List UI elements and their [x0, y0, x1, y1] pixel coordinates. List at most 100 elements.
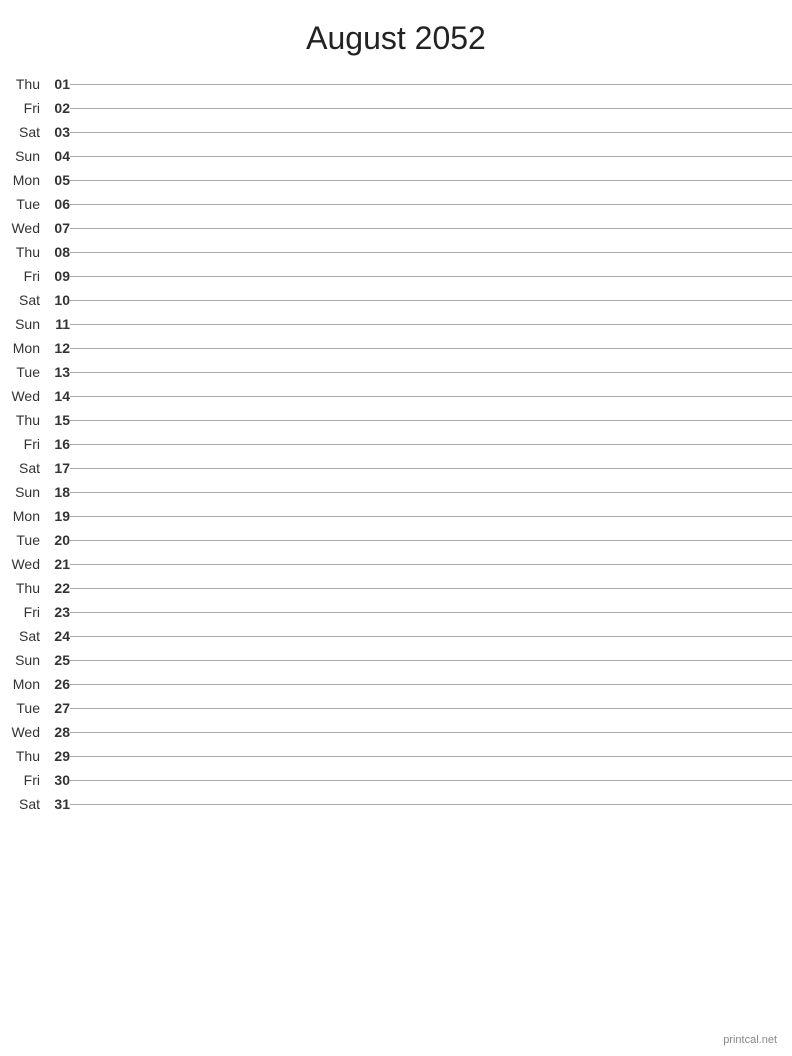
day-name: Mon — [0, 336, 40, 360]
day-name: Mon — [0, 504, 40, 528]
calendar-row: Tue27 — [0, 696, 792, 720]
day-line-cell — [70, 744, 792, 768]
calendar-table: Thu01Fri02Sat03Sun04Mon05Tue06Wed07Thu08… — [0, 72, 792, 816]
calendar-row: Sat24 — [0, 624, 792, 648]
day-line-cell — [70, 456, 792, 480]
day-line-cell — [70, 360, 792, 384]
day-name: Sun — [0, 144, 40, 168]
day-name: Thu — [0, 744, 40, 768]
day-number: 20 — [40, 528, 70, 552]
day-name: Wed — [0, 720, 40, 744]
day-number: 28 — [40, 720, 70, 744]
calendar-row: Mon19 — [0, 504, 792, 528]
day-line-cell — [70, 192, 792, 216]
day-line-cell — [70, 240, 792, 264]
day-number: 10 — [40, 288, 70, 312]
day-name: Fri — [0, 264, 40, 288]
day-name: Sun — [0, 480, 40, 504]
day-line-cell — [70, 408, 792, 432]
calendar-row: Sat17 — [0, 456, 792, 480]
day-line-cell — [70, 168, 792, 192]
calendar-row: Sat03 — [0, 120, 792, 144]
calendar-row: Thu15 — [0, 408, 792, 432]
calendar-row: Mon26 — [0, 672, 792, 696]
calendar-row: Mon05 — [0, 168, 792, 192]
day-line-cell — [70, 576, 792, 600]
day-line-cell — [70, 336, 792, 360]
day-name: Tue — [0, 360, 40, 384]
day-line-cell — [70, 552, 792, 576]
day-name: Mon — [0, 672, 40, 696]
day-number: 01 — [40, 72, 70, 96]
day-line-cell — [70, 96, 792, 120]
calendar-row: Wed14 — [0, 384, 792, 408]
day-line-cell — [70, 480, 792, 504]
day-number: 26 — [40, 672, 70, 696]
day-name: Tue — [0, 696, 40, 720]
day-name: Sat — [0, 792, 40, 816]
page-title: August 2052 — [0, 0, 792, 67]
day-name: Fri — [0, 600, 40, 624]
day-name: Fri — [0, 96, 40, 120]
footer-text: printcal.net — [723, 1034, 777, 1046]
day-number: 03 — [40, 120, 70, 144]
day-line-cell — [70, 528, 792, 552]
day-name: Wed — [0, 216, 40, 240]
day-number: 09 — [40, 264, 70, 288]
day-name: Thu — [0, 72, 40, 96]
day-name: Thu — [0, 576, 40, 600]
day-number: 31 — [40, 792, 70, 816]
calendar-row: Fri23 — [0, 600, 792, 624]
day-line-cell — [70, 384, 792, 408]
day-number: 21 — [40, 552, 70, 576]
day-name: Fri — [0, 768, 40, 792]
calendar-row: Fri02 — [0, 96, 792, 120]
day-name: Wed — [0, 552, 40, 576]
day-line-cell — [70, 600, 792, 624]
calendar-row: Sun11 — [0, 312, 792, 336]
day-number: 04 — [40, 144, 70, 168]
day-line-cell — [70, 120, 792, 144]
day-name: Mon — [0, 168, 40, 192]
day-name: Sat — [0, 624, 40, 648]
day-name: Sat — [0, 120, 40, 144]
day-line-cell — [70, 312, 792, 336]
day-line-cell — [70, 72, 792, 96]
day-number: 15 — [40, 408, 70, 432]
day-line-cell — [70, 264, 792, 288]
calendar-row: Tue13 — [0, 360, 792, 384]
day-number: 29 — [40, 744, 70, 768]
calendar-row: Sun04 — [0, 144, 792, 168]
day-number: 13 — [40, 360, 70, 384]
day-number: 07 — [40, 216, 70, 240]
day-line-cell — [70, 672, 792, 696]
day-line-cell — [70, 288, 792, 312]
calendar-row: Mon12 — [0, 336, 792, 360]
day-number: 19 — [40, 504, 70, 528]
day-number: 27 — [40, 696, 70, 720]
calendar-row: Fri30 — [0, 768, 792, 792]
day-number: 02 — [40, 96, 70, 120]
day-name: Fri — [0, 432, 40, 456]
calendar-row: Tue20 — [0, 528, 792, 552]
day-number: 22 — [40, 576, 70, 600]
day-line-cell — [70, 768, 792, 792]
day-number: 14 — [40, 384, 70, 408]
day-line-cell — [70, 504, 792, 528]
calendar-row: Tue06 — [0, 192, 792, 216]
day-name: Wed — [0, 384, 40, 408]
day-name: Tue — [0, 528, 40, 552]
day-line-cell — [70, 216, 792, 240]
day-number: 06 — [40, 192, 70, 216]
day-number: 25 — [40, 648, 70, 672]
calendar-row: Thu22 — [0, 576, 792, 600]
day-line-cell — [70, 720, 792, 744]
day-name: Thu — [0, 408, 40, 432]
calendar-row: Sun18 — [0, 480, 792, 504]
day-line-cell — [70, 648, 792, 672]
calendar-row: Wed21 — [0, 552, 792, 576]
day-line-cell — [70, 624, 792, 648]
day-line-cell — [70, 432, 792, 456]
day-number: 11 — [40, 312, 70, 336]
day-name: Sat — [0, 456, 40, 480]
